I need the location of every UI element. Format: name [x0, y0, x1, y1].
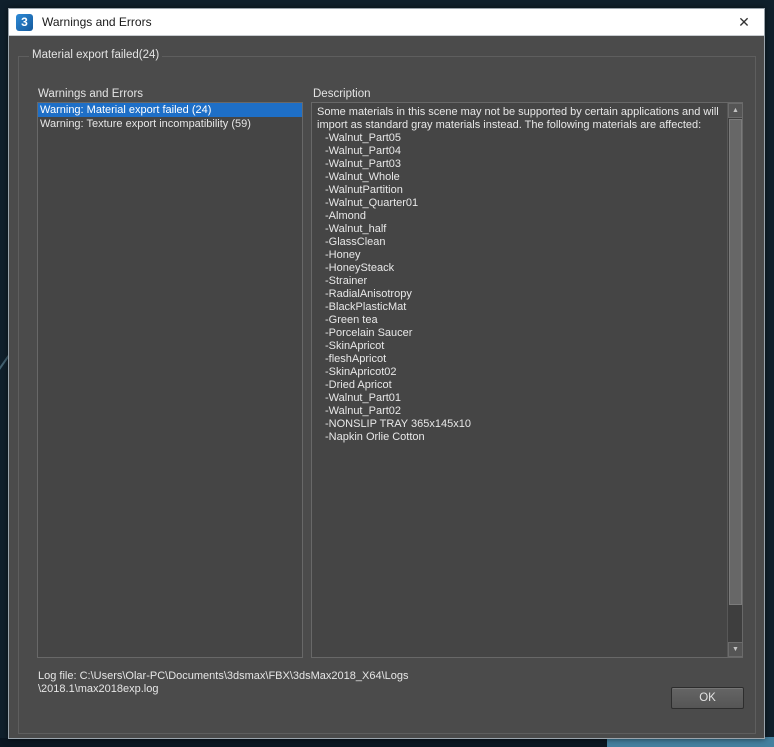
log-file-path: Log file: C:\Users\Olar-PC\Documents\3ds…	[38, 670, 598, 696]
material-line: -fleshApricot	[325, 353, 387, 365]
material-line: -Walnut_Part03	[325, 158, 402, 170]
material-line: -Walnut_Part05	[325, 132, 402, 144]
material-line: -Green tea	[325, 314, 378, 326]
warning-list-item[interactable]: Warning: Material export failed (24)	[38, 103, 302, 117]
material-line: -SkinApricot02	[325, 366, 397, 378]
material-line: -Walnut_Whole	[325, 171, 400, 183]
material-line: -Strainer	[325, 275, 368, 287]
material-line: -Walnut_Part01	[325, 392, 402, 404]
description-scrollbar[interactable]: ▲ ▼	[727, 103, 743, 657]
scroll-down-icon[interactable]: ▼	[728, 642, 743, 657]
titlebar[interactable]: 3 Warnings and Errors ✕	[9, 9, 764, 36]
log-path-line2: \2018.1\max2018exp.log	[38, 683, 159, 695]
close-icon[interactable]: ✕	[734, 12, 754, 32]
description-intro: Some materials in this scene may not be …	[317, 106, 719, 131]
description-text: Some materials in this scene may not be …	[312, 103, 727, 657]
material-line: -Napkin Orlie Cotton	[325, 431, 425, 443]
description-label: Description	[313, 88, 371, 100]
ok-button[interactable]: OK	[671, 687, 744, 709]
scroll-up-icon[interactable]: ▲	[728, 103, 743, 118]
material-line: -Walnut_Part02	[325, 405, 402, 417]
description-box[interactable]: Some materials in this scene may not be …	[311, 102, 743, 658]
materials-list: -Walnut_Part05 -Walnut_Part04 -Walnut_Part…	[317, 132, 723, 444]
material-line: -NONSLIP TRAY 365x145x10	[325, 418, 471, 430]
material-line: -RadialAnisotropy	[325, 288, 412, 300]
material-line: -BlackPlasticMat	[325, 301, 407, 313]
warnings-list[interactable]: Warning: Material export failed (24) Warn…	[37, 102, 303, 658]
log-path-line1: Log file: C:\Users\Olar-PC\Documents\3ds…	[38, 670, 409, 682]
material-line: -WalnutPartition	[325, 184, 403, 196]
window-title: Warnings and Errors	[42, 15, 152, 29]
material-line: -GlassClean	[325, 236, 386, 248]
scrollbar-thumb[interactable]	[729, 119, 742, 605]
material-line: -SkinApricot	[325, 340, 385, 352]
material-line: -Dried Apricot	[325, 379, 392, 391]
warning-list-item[interactable]: Warning: Texture export incompatibility …	[38, 117, 302, 131]
material-line: -Almond	[325, 210, 366, 222]
warnings-list-label: Warnings and Errors	[38, 88, 144, 100]
material-line: -Honey	[325, 249, 361, 261]
group-box-label: Material export failed(24)	[29, 49, 163, 61]
material-line: -Walnut_Quarter01	[325, 197, 419, 209]
material-line: -HoneySteack	[325, 262, 395, 274]
material-line: -Walnut_Part04	[325, 145, 402, 157]
material-line: -Walnut_half	[325, 223, 387, 235]
warnings-errors-dialog: 3 Warnings and Errors ✕ Material export …	[8, 8, 765, 739]
material-line: -Porcelain Saucer	[325, 327, 413, 339]
3dsmax-logo-icon: 3	[16, 13, 33, 31]
